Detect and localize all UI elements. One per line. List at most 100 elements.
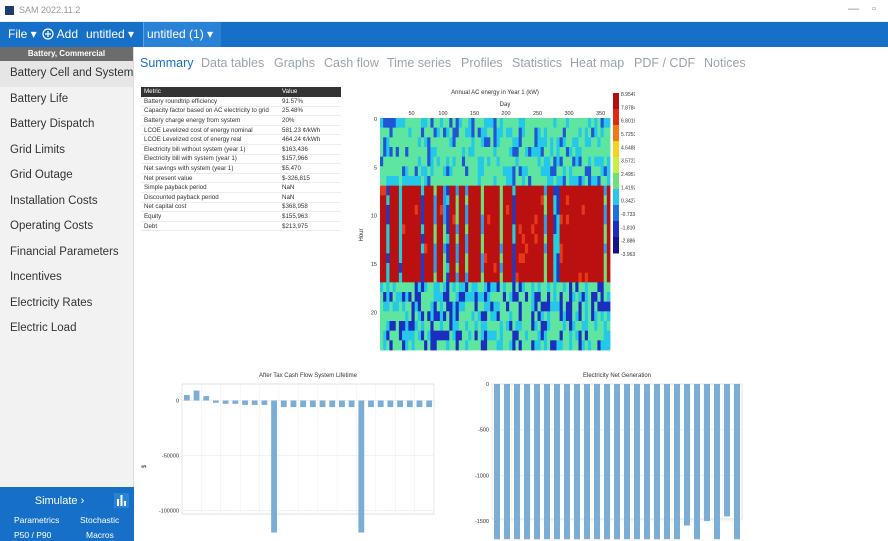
heatmap-cell <box>480 137 485 148</box>
tab-graphs[interactable]: Graphs <box>274 56 315 70</box>
sidebar-item[interactable]: Battery Life <box>0 87 133 113</box>
heatmap-cell <box>386 253 390 264</box>
heatmap-cell <box>452 176 457 187</box>
heatmap-cell <box>553 195 557 206</box>
heatmap-cell <box>578 292 583 303</box>
restore-button[interactable]: ▫ <box>872 3 876 15</box>
metric-name: Simple payback period <box>141 182 279 193</box>
heatmap-cell <box>524 156 529 167</box>
heatmap-cell <box>543 166 548 177</box>
heatmap-cell <box>565 253 570 264</box>
results-chart-icon[interactable] <box>114 493 129 508</box>
heatmap-cell <box>465 195 469 206</box>
heatmap-cell <box>559 243 564 254</box>
heatmap-cell <box>521 137 526 148</box>
heatmap-cell <box>537 224 542 235</box>
add-button[interactable]: Add <box>42 27 78 41</box>
heatmap-cell <box>487 330 491 341</box>
heatmap-cell <box>550 330 554 341</box>
heatmap-cell <box>587 205 592 216</box>
tab-summary[interactable]: Summary <box>140 56 193 70</box>
heatmap-cell <box>477 253 482 264</box>
sidebar-item[interactable]: Incentives <box>0 265 133 291</box>
p50-p90-link[interactable]: P50 / P90 <box>14 530 51 540</box>
heatmap-cell <box>383 340 387 351</box>
bar <box>544 384 550 540</box>
heatmap-cell <box>414 176 419 187</box>
heatmap-cell <box>553 321 557 332</box>
heatmap-cell <box>572 272 576 283</box>
heatmap-cell <box>411 147 416 158</box>
colorbar-tick: 3.57232 <box>621 159 635 165</box>
heatmap-cell <box>446 156 450 167</box>
heatmap-cell <box>490 137 494 148</box>
heatmap-cell <box>468 137 472 148</box>
stochastic-link[interactable]: Stochastic <box>80 515 119 525</box>
sidebar-item[interactable]: Grid Outage <box>0 163 133 189</box>
minimize-button[interactable]: — <box>848 3 859 15</box>
heatmap-cell <box>584 340 589 351</box>
heatmap-cell <box>477 118 482 129</box>
heatmap-cell <box>408 263 412 274</box>
tab-cash-flow[interactable]: Cash flow <box>324 56 379 70</box>
heatmap-cell <box>575 321 579 332</box>
heatmap-cell <box>487 340 491 351</box>
tab-pdf-cdf[interactable]: PDF / CDF <box>634 56 695 70</box>
heatmap-cell <box>521 253 526 264</box>
tab-notices[interactable]: Notices <box>704 56 746 70</box>
tab-heat-map[interactable]: Heat map <box>570 56 624 70</box>
heatmap-cell <box>436 263 441 274</box>
heatmap-cell <box>465 272 469 283</box>
parametrics-link[interactable]: Parametrics <box>14 515 59 525</box>
sidebar-item[interactable]: Operating Costs <box>0 214 133 240</box>
heatmap-cell <box>439 156 444 167</box>
sidebar-item[interactable]: Electric Load <box>0 316 133 342</box>
case-tab-untitled[interactable]: untitled ▾ <box>86 27 134 41</box>
heatmap-cell <box>550 292 554 303</box>
heatmap-cell <box>581 127 586 138</box>
heatmap-cell <box>594 156 598 167</box>
heatmap-cell <box>575 137 579 148</box>
simulate-button[interactable]: Simulate › <box>8 492 111 510</box>
heatmap-cell <box>515 147 520 158</box>
heatmap-x-tick: 300 <box>564 111 573 117</box>
heatmap-cell <box>569 263 573 274</box>
heatmap-cell <box>553 263 557 274</box>
case-tab-untitled-1[interactable]: untitled (1) ▾ <box>147 27 213 41</box>
heatmap-cell <box>556 301 560 312</box>
heatmap-cell <box>600 166 605 177</box>
sidebar-item[interactable]: Grid Limits <box>0 138 133 164</box>
heatmap-cell <box>512 176 516 187</box>
heatmap-cell <box>446 166 450 177</box>
heatmap-cell <box>572 147 576 158</box>
heatmap-cell <box>578 253 583 264</box>
sidebar-item[interactable]: Installation Costs <box>0 189 133 215</box>
heatmap-cell <box>493 321 497 332</box>
heatmap-cell <box>587 234 592 245</box>
heatmap-cell <box>411 301 416 312</box>
heatmap-cell <box>581 185 586 196</box>
heatmap-cell <box>531 176 535 187</box>
configuration-label[interactable]: Battery, Commercial <box>0 47 133 61</box>
metric-name: Capacity factor based on AC electricity … <box>141 106 279 117</box>
heatmap-cell <box>562 166 567 177</box>
heatmap-cell <box>591 214 595 225</box>
tab-statistics[interactable]: Statistics <box>512 56 562 70</box>
tab-profiles[interactable]: Profiles <box>461 56 503 70</box>
heatmap-cell <box>534 253 538 264</box>
tab-data-tables[interactable]: Data tables <box>201 56 264 70</box>
heatmap-cell <box>408 127 412 138</box>
sidebar-item[interactable]: Electricity Rates <box>0 291 133 317</box>
sidebar-item[interactable]: Battery Cell and System <box>0 61 133 87</box>
metrics-row: LCOE Levelized cost of energy real 464.24… <box>141 134 341 145</box>
heatmap-cell <box>572 176 576 187</box>
sidebar-item[interactable]: Financial Parameters <box>0 240 133 266</box>
heatmap-cell <box>537 340 542 351</box>
heatmap-cell <box>550 205 554 216</box>
heatmap-cell <box>477 214 482 225</box>
tab-time-series[interactable]: Time series <box>387 56 451 70</box>
file-menu[interactable]: File ▾ <box>8 27 37 41</box>
sidebar-item[interactable]: Battery Dispatch <box>0 112 133 138</box>
macros-link[interactable]: Macros <box>86 530 114 540</box>
heatmap-cell <box>556 330 560 341</box>
